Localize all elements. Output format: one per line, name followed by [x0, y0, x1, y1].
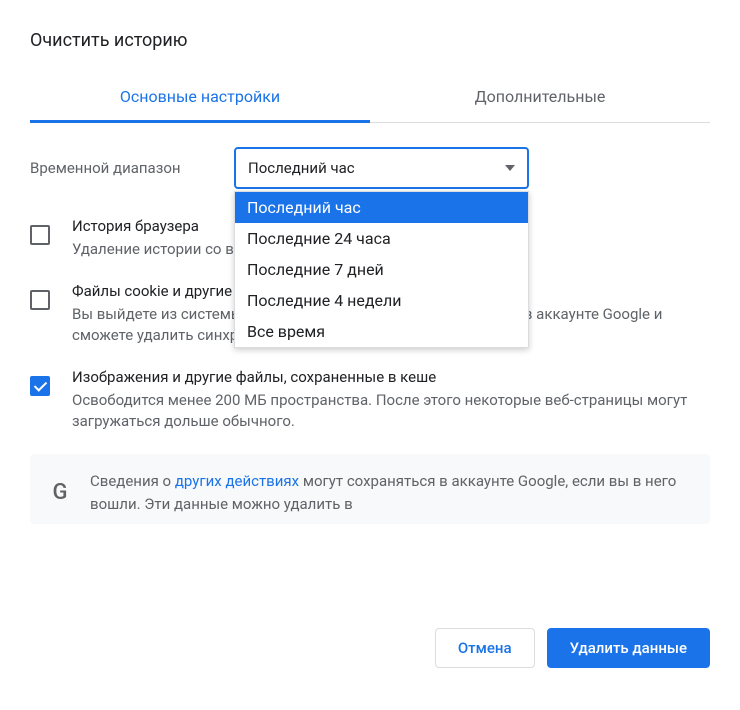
- time-range-dropdown: Последний час Последние 24 часа Последни…: [234, 191, 529, 348]
- dropdown-option-month[interactable]: Последние 4 недели: [235, 285, 528, 316]
- google-logo-icon: G: [48, 480, 72, 504]
- dropdown-option-week[interactable]: Последние 7 дней: [235, 254, 528, 285]
- info-box: G Сведения о других действиях могут сохр…: [30, 454, 710, 524]
- time-range-label: Временной диапазон: [30, 159, 210, 177]
- cache-checkbox[interactable]: [30, 376, 50, 396]
- info-prefix: Сведения о: [90, 472, 175, 490]
- time-range-row: Временной диапазон Последний час Последн…: [30, 147, 710, 189]
- tab-bar: Основные настройки Дополнительные: [30, 71, 710, 123]
- cache-row: Изображения и другие файлы, сохраненные …: [30, 368, 710, 432]
- cache-content: Изображения и другие файлы, сохраненные …: [72, 368, 710, 432]
- clear-data-button[interactable]: Удалить данные: [547, 628, 710, 668]
- tab-advanced[interactable]: Дополнительные: [370, 71, 710, 122]
- button-row: Отмена Удалить данные: [435, 628, 710, 668]
- tab-basic[interactable]: Основные настройки: [30, 71, 370, 122]
- cookies-checkbox[interactable]: [30, 290, 50, 310]
- dropdown-option-hour[interactable]: Последний час: [235, 192, 528, 223]
- info-text: Сведения о других действиях могут сохран…: [90, 470, 692, 524]
- chevron-down-icon: [505, 165, 515, 171]
- history-checkbox[interactable]: [30, 225, 50, 245]
- dialog-title: Очистить историю: [30, 30, 710, 51]
- info-link[interactable]: других действиях: [175, 472, 299, 490]
- dropdown-option-all[interactable]: Все время: [235, 316, 528, 347]
- time-range-selected-text: Последний час: [248, 159, 355, 177]
- time-range-select[interactable]: Последний час: [234, 147, 529, 189]
- cache-desc: Освободится менее 200 МБ пространства. П…: [72, 390, 710, 432]
- cancel-button[interactable]: Отмена: [435, 628, 535, 668]
- dropdown-option-day[interactable]: Последние 24 часа: [235, 223, 528, 254]
- time-range-select-wrapper: Последний час Последний час Последние 24…: [234, 147, 529, 189]
- cache-title: Изображения и другие файлы, сохраненные …: [72, 368, 710, 386]
